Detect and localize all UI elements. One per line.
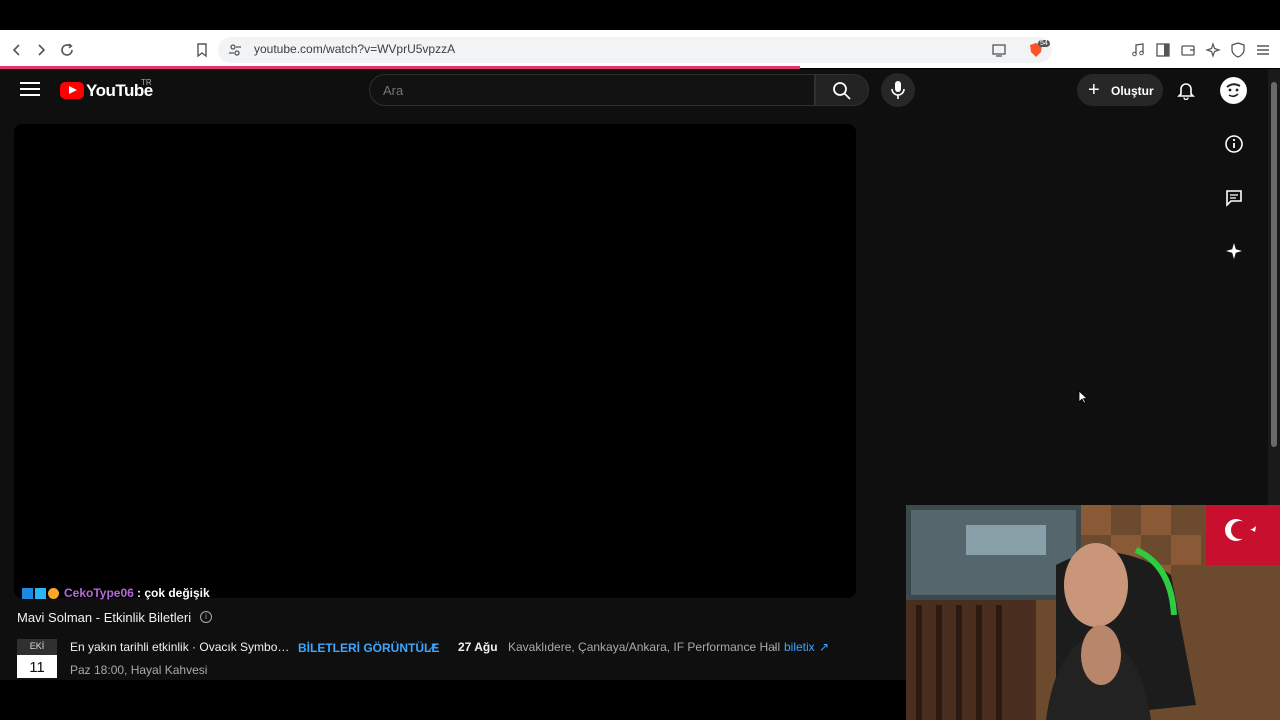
chat-username: CekoType06: [64, 586, 134, 600]
external-link-icon[interactable]: ↗: [427, 640, 437, 654]
cast-icon[interactable]: [990, 41, 1008, 59]
event-name: En yakın tarihli etkinlik · Ovacık Symbo…: [70, 640, 292, 654]
hamburger-menu-icon[interactable]: [20, 82, 40, 98]
webcam-overlay: [906, 505, 1280, 720]
leo-ai-icon[interactable]: [1204, 41, 1222, 59]
microphone-icon: [891, 81, 905, 99]
event-venue: Kavaklıdere, Çankaya/Ankara, IF Performa…: [508, 640, 781, 654]
avatar[interactable]: [1220, 77, 1247, 104]
youtube-logo-icon[interactable]: [60, 82, 84, 99]
voice-search-button[interactable]: [881, 73, 915, 107]
video-title[interactable]: Mavi Solman - Etkinlik Biletleri: [17, 610, 191, 625]
reload-icon[interactable]: [58, 41, 76, 59]
music-icon[interactable]: [1129, 41, 1147, 59]
provider-link[interactable]: biletix: [784, 640, 815, 654]
notifications-bell-icon[interactable]: [1176, 80, 1196, 100]
wallet-icon[interactable]: [1179, 41, 1197, 59]
shields-count-badge: 54: [1038, 40, 1050, 47]
chat-message: : çok değişik: [137, 586, 210, 600]
vpn-icon[interactable]: [1229, 41, 1247, 59]
event-month: EKİ: [29, 641, 45, 651]
bottom-overlay: [0, 680, 906, 720]
back-icon[interactable]: [8, 41, 26, 59]
search-button[interactable]: [815, 74, 869, 106]
bookmark-icon[interactable]: [193, 41, 211, 59]
plus-icon: +: [1088, 79, 1100, 101]
sparkle-icon[interactable]: [1224, 241, 1244, 261]
sidebar-icon[interactable]: [1154, 41, 1172, 59]
search-icon: [833, 82, 851, 100]
video-player[interactable]: [14, 124, 856, 598]
browser-menu-icon[interactable]: [1254, 41, 1272, 59]
event-second-date: 27 Ağu: [458, 640, 498, 654]
chat-icon[interactable]: [1224, 188, 1244, 208]
search-input[interactable]: [383, 83, 783, 98]
separator-dot: ·: [773, 640, 777, 654]
create-label: Oluştur: [1111, 84, 1154, 98]
external-link-icon[interactable]: ↗: [819, 640, 829, 654]
site-settings-icon[interactable]: [226, 41, 244, 59]
info-circle-icon[interactable]: i: [200, 611, 212, 623]
forward-icon[interactable]: [32, 41, 50, 59]
view-tickets-link[interactable]: BİLETLERİ GÖRÜNTÜLE: [298, 641, 439, 655]
info-icon[interactable]: [1224, 134, 1244, 154]
scrollbar-thumb[interactable]: [1271, 82, 1277, 447]
event-time: Paz 18:00, Hayal Kahvesi: [70, 663, 208, 677]
event-day: 11: [29, 659, 45, 676]
url-text[interactable]: youtube.com/watch?v=WVprU5vpzzA: [254, 42, 455, 56]
chat-badges-icon: [22, 588, 59, 599]
country-code: TR: [141, 78, 152, 87]
mouse-cursor-icon: [1078, 390, 1088, 404]
